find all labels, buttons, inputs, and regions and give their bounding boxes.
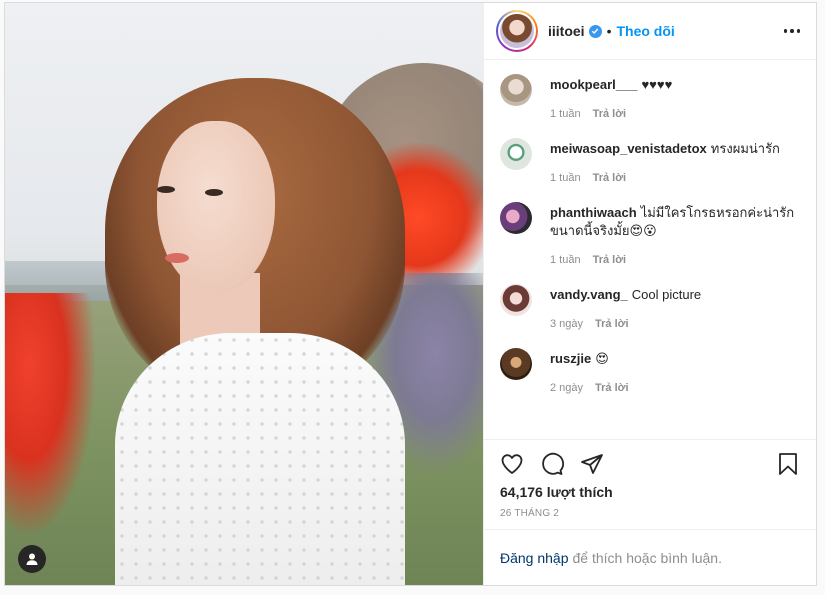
more-options-icon[interactable] — [783, 29, 800, 33]
comment-text: Cool picture — [631, 287, 702, 302]
comment-username[interactable]: ruszjie — [550, 351, 591, 366]
share-icon[interactable] — [580, 452, 604, 476]
comments-list[interactable]: mookpearl___ ♥♥♥♥ 1 tuần Trả lời meiwasoap… — [484, 60, 816, 439]
photo-subject-eye-left — [157, 186, 175, 193]
likes-count[interactable]: 64,176 lượt thích — [500, 484, 800, 500]
reply-button[interactable]: Trả lời — [593, 254, 627, 266]
comment-time[interactable]: 1 tuần — [550, 254, 581, 266]
comment-time[interactable]: 2 ngày — [550, 382, 583, 394]
comment-time[interactable]: 1 tuần — [550, 108, 581, 120]
comment-avatar[interactable] — [500, 202, 532, 234]
comment-time[interactable]: 1 tuần — [550, 172, 581, 184]
author-avatar[interactable] — [496, 10, 538, 52]
photo-subject-lips — [165, 253, 189, 263]
login-link[interactable]: Đăng nhập — [500, 550, 569, 566]
user-tag-button[interactable] — [18, 545, 46, 573]
comment-item: mookpearl___ ♥♥♥♥ 1 tuần Trả lời — [500, 72, 800, 120]
photo-subject-face — [157, 121, 275, 293]
post-date[interactable]: 26 THÁNG 2 — [500, 508, 800, 529]
heart-icon[interactable] — [500, 452, 524, 476]
comment-text: ♥♥♥♥ — [641, 77, 673, 92]
reply-button[interactable]: Trả lời — [595, 318, 629, 330]
post-side-panel: iiitoei • Theo dõi mookpearl___ ♥♥♥♥ 1 tu… — [483, 3, 816, 585]
reply-button[interactable]: Trả lời — [595, 382, 629, 394]
comment-username[interactable]: vandy.vang_ — [550, 287, 628, 302]
login-prompt-text: để thích hoặc bình luận. — [572, 549, 722, 566]
comment-time[interactable]: 3 ngày — [550, 318, 583, 330]
post-photo[interactable] — [5, 3, 483, 585]
photo-subject-shirt — [115, 333, 405, 585]
comment-icon[interactable] — [540, 452, 564, 476]
comment-username[interactable]: meiwasoap_venistadetox — [550, 141, 707, 156]
bookmark-icon[interactable] — [776, 452, 800, 476]
author-username[interactable]: iiitoei — [548, 23, 585, 39]
post-dialog: iiitoei • Theo dõi mookpearl___ ♥♥♥♥ 1 tu… — [4, 2, 817, 586]
comment-text: ทรงผมน่ารัก — [710, 141, 780, 156]
photo-flowers-left — [5, 293, 95, 533]
action-bar — [500, 440, 800, 488]
photo-subject-eye-right — [205, 189, 223, 196]
reply-button[interactable]: Trả lời — [593, 108, 627, 120]
login-prompt: Đăng nhập để thích hoặc bình luận. — [484, 529, 816, 585]
comment-item: phanthiwaach ไม่มีใครโกรธหรอกค่ะน่ารักขนา… — [500, 200, 800, 266]
header-separator: • — [606, 23, 612, 39]
comment-avatar[interactable] — [500, 348, 532, 380]
reply-button[interactable]: Trả lời — [593, 172, 627, 184]
comment-avatar[interactable] — [500, 138, 532, 170]
user-tag-icon — [26, 553, 38, 565]
comment-username[interactable]: phanthiwaach — [550, 205, 637, 220]
post-header: iiitoei • Theo dõi — [484, 3, 816, 60]
comment-avatar[interactable] — [500, 74, 532, 106]
comment-item: ruszjie 😍 2 ngày Trả lời — [500, 346, 800, 394]
comment-avatar[interactable] — [500, 284, 532, 316]
comment-username[interactable]: mookpearl___ — [550, 77, 637, 92]
follow-button[interactable]: Theo dõi — [616, 23, 674, 39]
comment-item: meiwasoap_venistadetox ทรงผมน่ารัก 1 tuần… — [500, 136, 800, 184]
post-actions-section: 64,176 lượt thích 26 THÁNG 2 — [484, 439, 816, 529]
comment-item: vandy.vang_ Cool picture 3 ngày Trả lời — [500, 282, 800, 330]
comment-text: 😍 — [595, 351, 609, 366]
verified-icon — [588, 24, 602, 38]
